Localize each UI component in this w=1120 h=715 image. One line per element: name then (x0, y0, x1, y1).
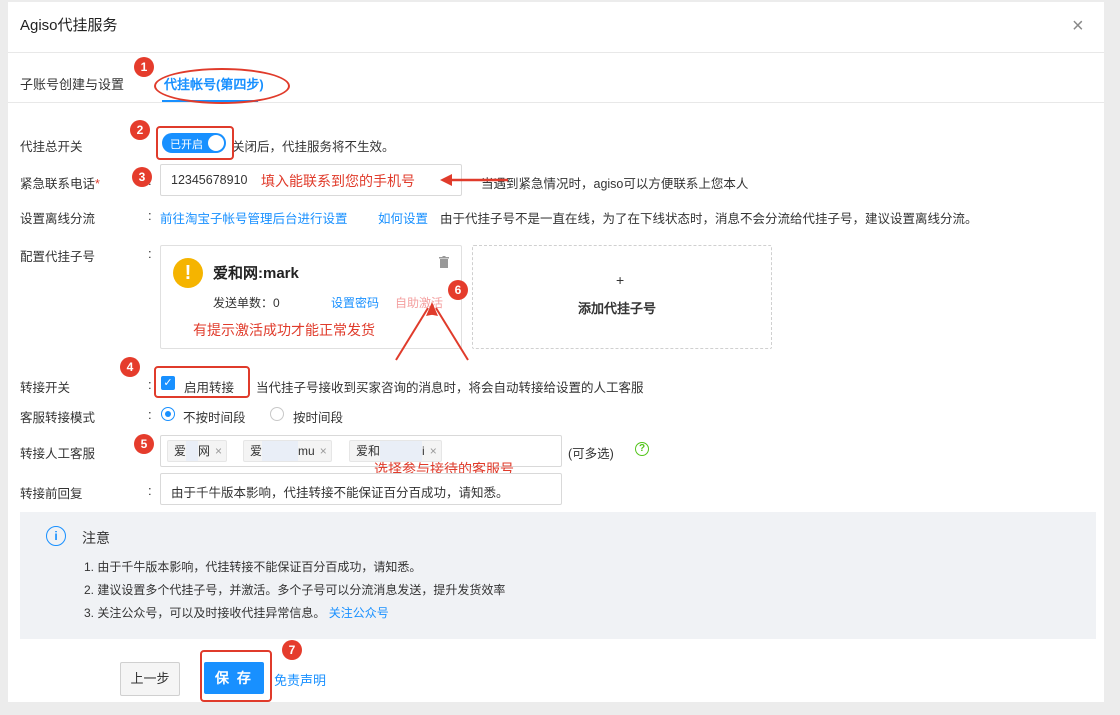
phone-input[interactable]: 12345678910 填入能联系到您的手机号 (160, 164, 462, 196)
notice-line-text: 3. 关注公众号，可以及时接收代挂异常信息。 (84, 606, 326, 620)
trash-icon[interactable] (439, 256, 449, 271)
colon: : (148, 377, 152, 392)
notice-line: 1. 由于千牛版本影响，代挂转接不能保证百分百成功，请知悉。 (84, 560, 422, 574)
agent-tag: 爱xxxxxxmu× (243, 440, 332, 462)
header-divider (8, 52, 1104, 53)
tab-subaccount-setup[interactable]: 子账号创建与设置 (20, 74, 124, 93)
offline-hint: 由于代挂子号不是一直在线，为了在下线状态时，消息不会分流给代挂子号，建议设置离线… (440, 212, 978, 226)
step-number-badge: 1 (134, 57, 154, 77)
close-icon[interactable]: × (1072, 16, 1084, 36)
radio-time-slot[interactable] (270, 407, 284, 421)
agent-tag-text: 网 (198, 444, 211, 458)
radio-time-slot-label[interactable]: 按时间段 (293, 407, 343, 426)
colon: : (148, 246, 152, 261)
agent-tag: 爱xx网× (167, 440, 228, 462)
plus-icon: + (616, 272, 625, 288)
add-sub-account-card[interactable]: + 添加代挂子号 (472, 245, 772, 349)
warning-icon: ! (173, 258, 203, 288)
colon: : (148, 208, 152, 223)
agents-label: 转接人工客服 (20, 447, 96, 461)
sent-count: 发送单数：0 (213, 294, 280, 311)
remove-tag-icon[interactable]: × (430, 444, 437, 458)
agent-tag-text: 爱 (250, 444, 263, 458)
remove-tag-icon[interactable]: × (215, 444, 222, 458)
reply-input[interactable]: 由于千牛版本影响，代挂转接不能保证百分百成功，请知悉。 (160, 473, 562, 505)
activate-annotation: 有提示激活成功才能正常发货 (193, 322, 375, 338)
phone-label-text: 紧急联系电话 (20, 177, 96, 191)
step-number-badge: 6 (448, 280, 468, 300)
follow-account-link[interactable]: 关注公众号 (329, 606, 389, 620)
dialog-title: Agiso代挂服务 (20, 17, 118, 34)
reply-label: 转接前回复 (20, 487, 83, 501)
annotation-box (156, 126, 234, 160)
annotation-arrow (440, 174, 508, 186)
sub-account-name: 爱和网:mark (213, 265, 299, 282)
agiso-dialog: Agiso代挂服务 × 子账号创建与设置 代挂帐号(第四步) 代挂总开关 已开启… (8, 2, 1104, 702)
agent-tag-text: 爱 (174, 444, 187, 458)
disclaimer-link[interactable]: 免责声明 (274, 670, 326, 689)
master-switch-label: 代挂总开关 (20, 140, 83, 154)
step-number-badge: 7 (282, 640, 302, 660)
offline-label: 设置离线分流 (20, 212, 96, 226)
annotation-box (154, 366, 250, 398)
colon: : (148, 407, 152, 422)
phone-value: 12345678910 (171, 173, 248, 187)
agent-tag-text: mu (298, 444, 315, 458)
transfer-switch-label: 转接开关 (20, 381, 71, 395)
master-switch-hint: 关闭后，代挂服务将不生效。 (232, 140, 395, 154)
notice-line: 2. 建议设置多个代挂子号，并激活。多个子号可以分流消息发送，提升发货效率 (84, 583, 506, 597)
radio-no-time-slot[interactable] (161, 407, 175, 421)
sent-count-value: 0 (273, 296, 280, 310)
agent-tag-text: 爱和 (356, 444, 381, 458)
reply-value: 由于千牛版本影响，代挂转接不能保证百分百成功，请知悉。 (171, 486, 509, 500)
sent-count-label: 发送单数： (213, 296, 274, 310)
add-sub-account-label: 添加代挂子号 (578, 301, 657, 316)
radio-no-time-slot-label[interactable]: 不按时间段 (183, 407, 246, 426)
notice-line: 3. 关注公众号，可以及时接收代挂异常信息。 关注公众号 (84, 604, 389, 621)
phone-label: 紧急联系电话* (20, 173, 100, 192)
step-number-badge: 2 (130, 120, 150, 140)
phone-hint: 当遇到紧急情况时，agiso可以方便联系上您本人 (481, 177, 749, 191)
annotation-box (200, 650, 272, 702)
tabs-divider (8, 102, 1104, 103)
notice-panel: i 注意 1. 由于千牛版本影响，代挂转接不能保证百分百成功，请知悉。 2. 建… (20, 512, 1096, 639)
required-mark: * (95, 177, 100, 191)
sub-accounts-label: 配置代挂子号 (20, 250, 96, 264)
help-icon[interactable]: ? (635, 442, 649, 456)
annotation-arrows (395, 302, 469, 361)
transfer-hint: 当代挂子号接收到买家咨询的消息时，将会自动转接给设置的人工客服 (256, 381, 644, 395)
remove-tag-icon[interactable]: × (320, 444, 327, 458)
step-number-badge: 3 (132, 167, 152, 187)
set-password-link[interactable]: 设置密码 (331, 294, 379, 311)
info-icon: i (46, 526, 66, 546)
agent-tag-text: i (422, 444, 425, 458)
notice-title: 注意 (82, 530, 110, 546)
taobao-admin-link[interactable]: 前往淘宝子帐号管理后台进行设置 (160, 208, 348, 227)
multi-select-hint: (可多选) (568, 447, 614, 461)
how-to-link[interactable]: 如何设置 (378, 208, 428, 227)
phone-annotation: 填入能联系到您的手机号 (261, 173, 415, 189)
step-number-badge: 5 (134, 434, 154, 454)
colon: : (148, 483, 152, 498)
transfer-mode-label: 客服转接模式 (20, 411, 96, 425)
prev-step-button[interactable]: 上一步 (120, 662, 180, 696)
annotation-oval (154, 68, 290, 104)
step-number-badge: 4 (120, 357, 140, 377)
